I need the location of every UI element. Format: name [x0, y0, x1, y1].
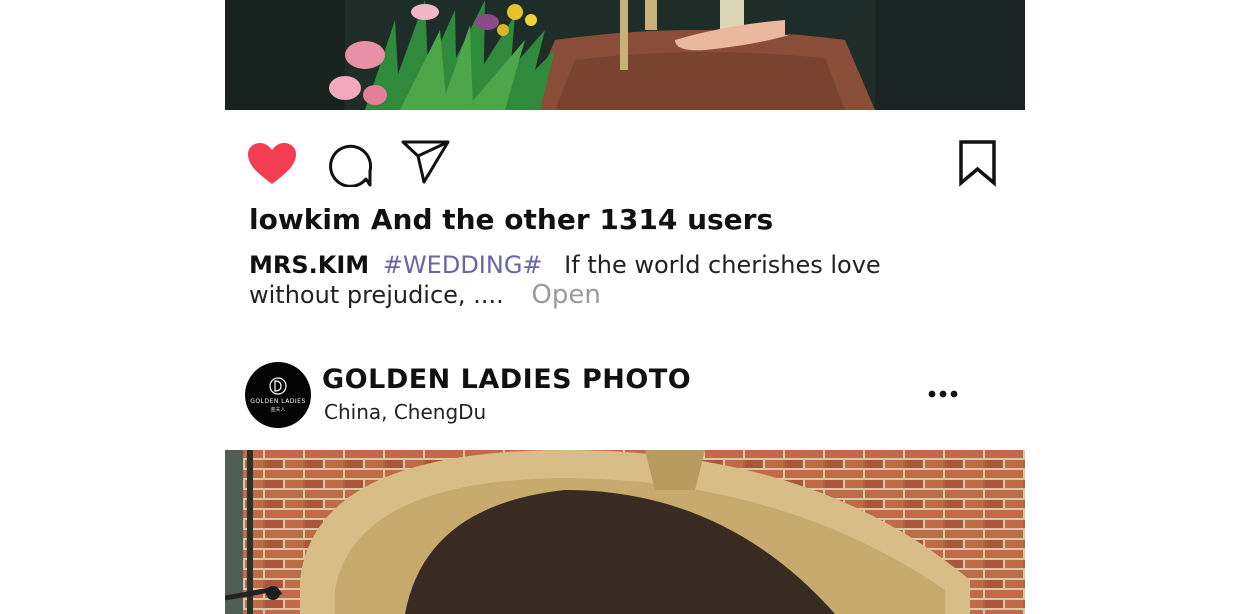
bookmark-icon[interactable]: [958, 139, 998, 187]
location[interactable]: China, ChengDu: [324, 400, 486, 424]
post-photo-top: [225, 0, 1025, 110]
avatar[interactable]: GOLDEN LADIES 金夫人: [245, 362, 311, 428]
avatar-logo-sub: 金夫人: [270, 407, 286, 413]
account-name[interactable]: GOLDEN LADIES PHOTO: [322, 364, 691, 395]
heart-icon[interactable]: [247, 142, 297, 186]
caption-username[interactable]: MRS.KIM: [249, 251, 369, 279]
likes-summary[interactable]: lowkim And the other 1314 users: [249, 203, 773, 236]
post-photo-bottom: [225, 450, 1025, 614]
logo-icon: [269, 377, 287, 395]
comment-icon[interactable]: [326, 141, 372, 187]
post-image[interactable]: [225, 450, 1025, 614]
open-caption-link[interactable]: Open: [531, 280, 600, 310]
avatar-logo-text: GOLDEN LADIES: [250, 398, 306, 405]
more-horizontal-icon[interactable]: [927, 384, 959, 404]
caption-hashtag[interactable]: #WEDDING#: [383, 251, 543, 279]
post-header: GOLDEN LADIES 金夫人 GOLDEN LADIES PHOTO Ch…: [245, 362, 965, 428]
post-actions: [225, 110, 1025, 200]
post-image[interactable]: [225, 0, 1025, 110]
send-icon[interactable]: [401, 140, 451, 184]
post-caption: MRS.KIM #WEDDING# If the world cherishes…: [249, 250, 949, 310]
